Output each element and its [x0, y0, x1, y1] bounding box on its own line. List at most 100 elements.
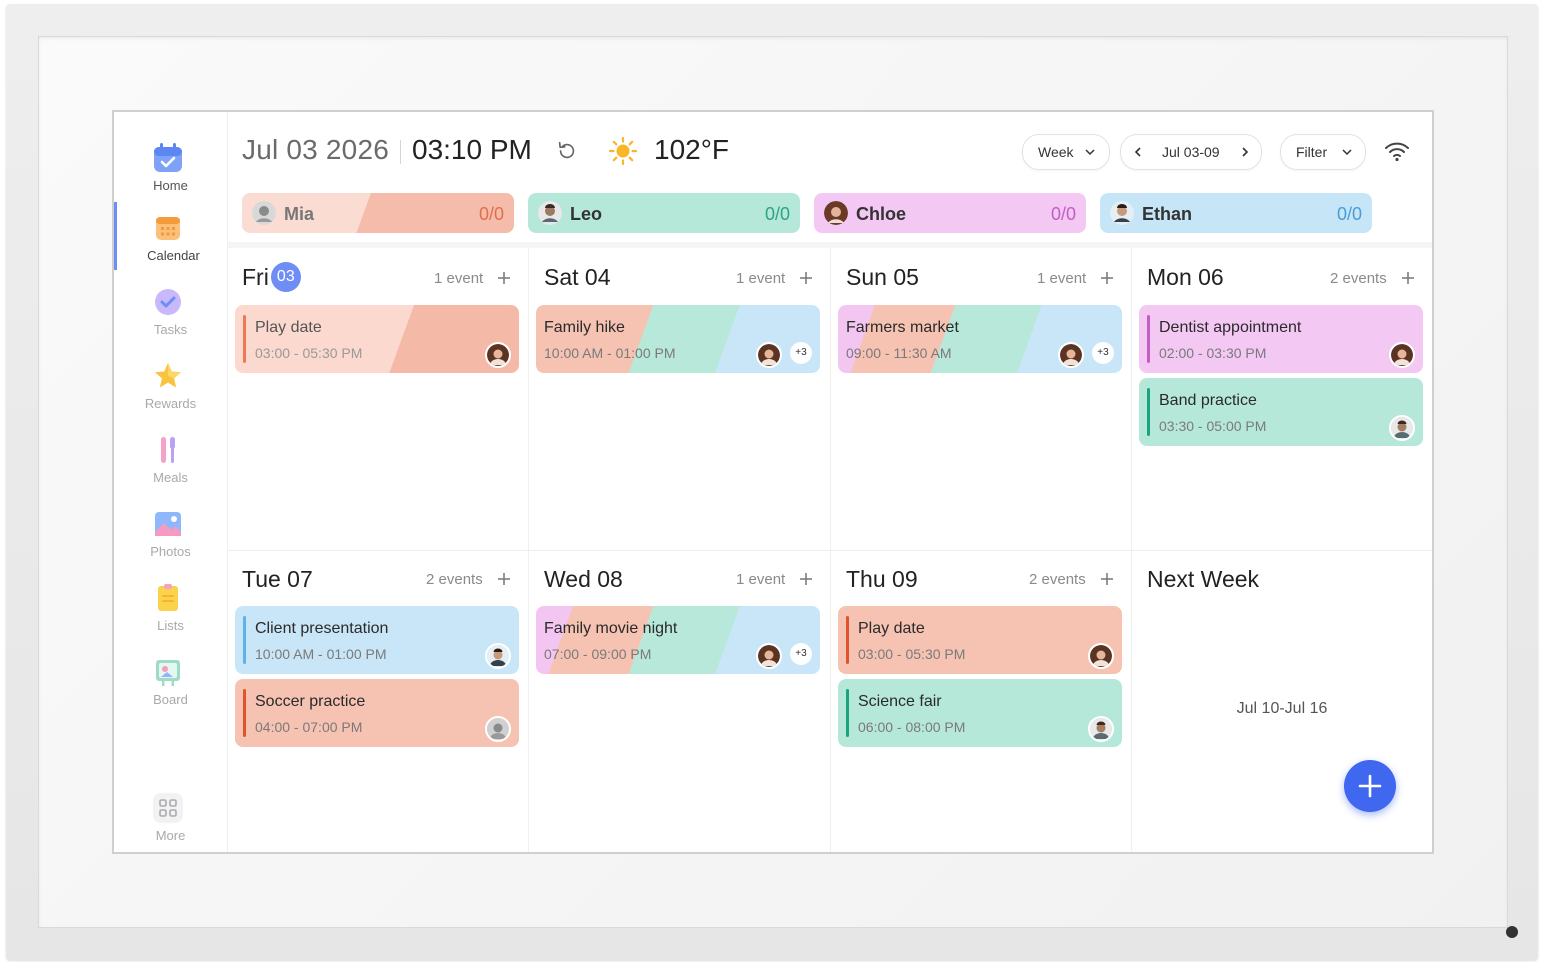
event-card-play-date[interactable]: Play date 03:00 - 05:30 PM: [838, 606, 1122, 674]
event-title: Play date: [255, 319, 322, 336]
sidebar-item-photos[interactable]: Photos: [114, 498, 227, 568]
sidebar-item-lists[interactable]: Lists: [114, 572, 227, 642]
chevron-down-icon: [1342, 149, 1352, 156]
avatar: [756, 643, 782, 669]
person-filter-mia[interactable]: Mia 0/0: [242, 193, 514, 233]
add-event-button[interactable]: [1344, 760, 1396, 812]
sidebar-item-meals[interactable]: Meals: [114, 424, 227, 494]
event-time: 07:00 - 09:00 PM: [544, 646, 652, 662]
person-score: 0/0: [764, 204, 790, 224]
event-color-bar: [243, 315, 246, 363]
add-event-plus-icon[interactable]: [799, 572, 813, 586]
next-week-title: Next Week: [1147, 566, 1260, 592]
more-participants-badge: +3: [790, 643, 812, 665]
add-event-plus-icon[interactable]: [497, 271, 511, 285]
avatar: [1389, 415, 1415, 441]
event-card-farmers-market[interactable]: Farmers market 09:00 - 11:30 AM +3: [838, 305, 1122, 373]
sidebar-item-tasks[interactable]: Tasks: [114, 276, 227, 346]
add-event-plus-icon[interactable]: [799, 271, 813, 285]
avatar: [1110, 201, 1134, 225]
event-title: Client presentation: [255, 620, 389, 637]
event-time: 03:30 - 05:00 PM: [1159, 418, 1267, 434]
filter-label: Filter: [1296, 144, 1328, 160]
person-filter-leo[interactable]: Leo 0/0: [528, 193, 800, 233]
event-time: 02:00 - 03:30 PM: [1159, 345, 1267, 361]
sidebar-item-more[interactable]: More: [114, 782, 227, 852]
event-color-bar: [1147, 315, 1150, 363]
day-header-fri: Fri 03: [242, 262, 301, 294]
add-event-plus-icon[interactable]: [1401, 271, 1415, 285]
avatar: [756, 342, 782, 368]
date-range-navigator: Jul 03-09: [1120, 134, 1262, 170]
calendar-check-icon: [154, 143, 182, 172]
event-title: Farmers market: [846, 319, 959, 336]
event-card-family-hike[interactable]: Family hike 10:00 AM - 01:00 PM +3: [536, 305, 820, 373]
event-title: Play date: [858, 620, 925, 637]
avatar: [485, 342, 511, 368]
day-title: Thu 09: [846, 566, 918, 592]
sidebar-item-board[interactable]: Board: [114, 646, 227, 716]
sidebar-item-label: Lists: [157, 618, 184, 633]
sidebar-item-label: Calendar: [147, 248, 200, 263]
event-title: Science fair: [858, 693, 942, 710]
chevron-left-icon[interactable]: [1133, 147, 1143, 157]
day-event-count: 1 event: [1037, 270, 1087, 287]
event-title: Family hike: [544, 319, 625, 336]
chevron-right-icon[interactable]: [1240, 147, 1250, 157]
avatar: [252, 201, 276, 225]
wifi-icon[interactable]: [1384, 140, 1410, 162]
photo-icon: [155, 512, 181, 536]
current-date: Jul 03 2026: [242, 134, 389, 165]
sidebar-item-label: Tasks: [153, 322, 188, 337]
event-card-band-practice[interactable]: Band practice 03:30 - 05:00 PM: [1139, 378, 1423, 446]
refresh-icon[interactable]: [556, 140, 578, 162]
event-title: Dentist appointment: [1159, 319, 1302, 336]
event-card-client-presentation[interactable]: Client presentation 10:00 AM - 01:00 PM: [235, 606, 519, 674]
day-title: Fri: [242, 264, 269, 291]
event-time: 10:00 AM - 01:00 PM: [255, 646, 387, 662]
event-time: 06:00 - 08:00 PM: [858, 719, 966, 735]
sun-icon: [608, 136, 638, 166]
event-time: 09:00 - 11:30 AM: [846, 345, 952, 361]
person-filter-chloe[interactable]: Chloe 0/0: [814, 193, 1086, 233]
day-title: Mon 06: [1147, 264, 1224, 290]
notepad-icon: [158, 584, 178, 611]
sidebar-item-label: Board: [153, 692, 188, 707]
today-badge: 03: [270, 262, 301, 292]
event-color-bar: [243, 689, 246, 737]
sidebar-item-calendar[interactable]: Calendar: [114, 202, 230, 270]
avatar: [824, 201, 848, 225]
next-week-range[interactable]: Jul 10-Jul 16: [1147, 700, 1417, 718]
sidebar-item-label: More: [155, 828, 186, 843]
event-card-soccer-practice[interactable]: Soccer practice 04:00 - 07:00 PM: [235, 679, 519, 747]
plus-icon: [1358, 774, 1382, 798]
more-participants-badge: +3: [790, 342, 812, 364]
event-color-bar: [1147, 388, 1150, 436]
avatar: [1088, 716, 1114, 742]
avatar: [1088, 643, 1114, 669]
add-event-plus-icon[interactable]: [497, 572, 511, 586]
star-icon: [155, 363, 181, 388]
day-event-count: 1 event: [434, 270, 484, 287]
person-name: Chloe: [856, 204, 907, 224]
sidebar-item-label: Rewards: [144, 396, 197, 411]
day-event-count: 2 events: [426, 571, 483, 588]
row-divider: [227, 550, 1432, 551]
event-card-science-fair[interactable]: Science fair 06:00 - 08:00 PM: [838, 679, 1122, 747]
view-mode-label: Week: [1038, 144, 1074, 160]
event-card-play-date[interactable]: Play date 03:00 - 05:30 PM: [235, 305, 519, 373]
event-card-family-movie-night[interactable]: Family movie night 07:00 - 09:00 PM +3: [536, 606, 820, 674]
filter-select[interactable]: Filter: [1280, 134, 1366, 170]
event-card-dentist-appointment[interactable]: Dentist appointment 02:00 - 03:30 PM: [1139, 305, 1423, 373]
view-mode-select[interactable]: Week: [1022, 134, 1110, 170]
sidebar-item-label: Photos: [150, 544, 191, 559]
sidebar-item-home[interactable]: Home: [114, 132, 227, 202]
person-name: Leo: [570, 204, 603, 224]
date-range-label: Jul 03-09: [1162, 144, 1220, 160]
person-filter-ethan[interactable]: Ethan 0/0: [1100, 193, 1372, 233]
add-event-plus-icon[interactable]: [1100, 572, 1114, 586]
add-event-plus-icon[interactable]: [1100, 271, 1114, 285]
sidebar-item-rewards[interactable]: Rewards: [114, 350, 227, 420]
avatar: [485, 643, 511, 669]
person-score: 0/0: [478, 204, 504, 224]
